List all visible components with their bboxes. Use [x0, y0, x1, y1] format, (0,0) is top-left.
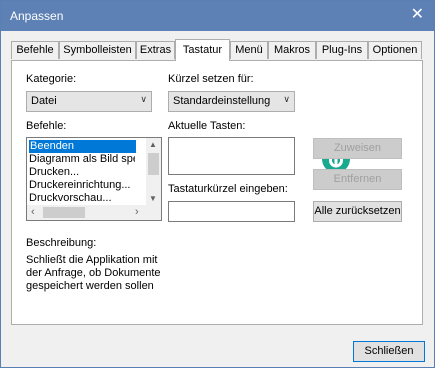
tab-symbolleisten[interactable]: Symbolleisten — [59, 41, 136, 59]
zuweisen-button[interactable]: Zuweisen — [313, 138, 402, 159]
title-bar: Anpassen ✕ — [1, 1, 434, 31]
customize-dialog: Anpassen ✕ Befehle Symbolleisten Extras … — [0, 0, 435, 368]
aktuelle-tasten-label: Aktuelle Tasten: — [168, 120, 246, 132]
beschreibung-text: Schließt die Applikation mit der Anfrage… — [26, 254, 161, 292]
vertical-scrollbar[interactable]: ▲ ▼ — [146, 138, 161, 206]
chevron-down-icon: ∨ — [140, 94, 147, 104]
window-title: Anpassen — [10, 9, 64, 23]
vertical-scroll-thumb[interactable] — [148, 153, 159, 175]
horizontal-scrollbar[interactable]: ‹ › — [27, 205, 146, 220]
tab-optionen[interactable]: Optionen — [368, 41, 422, 59]
tab-extras[interactable]: Extras — [136, 41, 175, 59]
horizontal-scroll-thumb[interactable] — [43, 207, 85, 218]
close-icon[interactable]: ✕ — [411, 6, 424, 24]
kategorie-label: Kategorie: — [26, 73, 77, 85]
scroll-right-icon[interactable]: › — [135, 206, 139, 218]
scroll-left-icon[interactable]: ‹ — [31, 206, 35, 218]
tab-plugins[interactable]: Plug-Ins — [316, 41, 368, 59]
kategorie-value: Datei — [31, 95, 57, 107]
list-item[interactable]: Druckvorschau... — [29, 192, 135, 205]
entfernen-button[interactable]: Entfernen — [313, 169, 402, 190]
tastaturkuerzel-label: Tastaturkürzel eingeben: — [168, 183, 288, 195]
tab-makros[interactable]: Makros — [268, 41, 316, 59]
scrollbar-corner — [146, 205, 161, 220]
list-item[interactable]: Beenden — [29, 140, 136, 153]
kuerzel-value: Standardeinstellung — [173, 95, 271, 107]
befehle-list[interactable]: Beenden Diagramm als Bild speichern... D… — [26, 137, 162, 221]
kuerzel-label: Kürzel setzen für: — [168, 73, 254, 85]
alle-zuruecksetzen-button[interactable]: Alle zurücksetzen — [313, 201, 402, 222]
list-item[interactable]: Diagramm als Bild speichern... — [29, 153, 135, 166]
aktuelle-tasten-list[interactable] — [168, 137, 295, 175]
tab-tastatur[interactable]: Tastatur — [175, 39, 230, 61]
tastatur-panel: Kategorie: Datei ∨ Kürzel setzen für: St… — [11, 60, 423, 325]
list-item[interactable]: Drucken... — [29, 166, 135, 179]
schliessen-button[interactable]: Schließen — [353, 341, 425, 362]
list-item[interactable]: Druckereinrichtung... — [29, 179, 135, 192]
befehle-label: Befehle: — [26, 120, 67, 132]
beschreibung-label: Beschreibung: — [26, 237, 97, 249]
scroll-down-icon[interactable]: ▼ — [149, 194, 157, 203]
tab-menu[interactable]: Menü — [230, 41, 268, 59]
kuerzel-select[interactable]: Standardeinstellung ∨ — [168, 91, 295, 112]
scroll-up-icon[interactable]: ▲ — [149, 140, 157, 149]
kategorie-select[interactable]: Datei ∨ — [26, 91, 152, 112]
tab-befehle[interactable]: Befehle — [11, 41, 59, 59]
chevron-down-icon: ∨ — [283, 94, 290, 104]
tastaturkuerzel-input[interactable] — [168, 201, 295, 222]
